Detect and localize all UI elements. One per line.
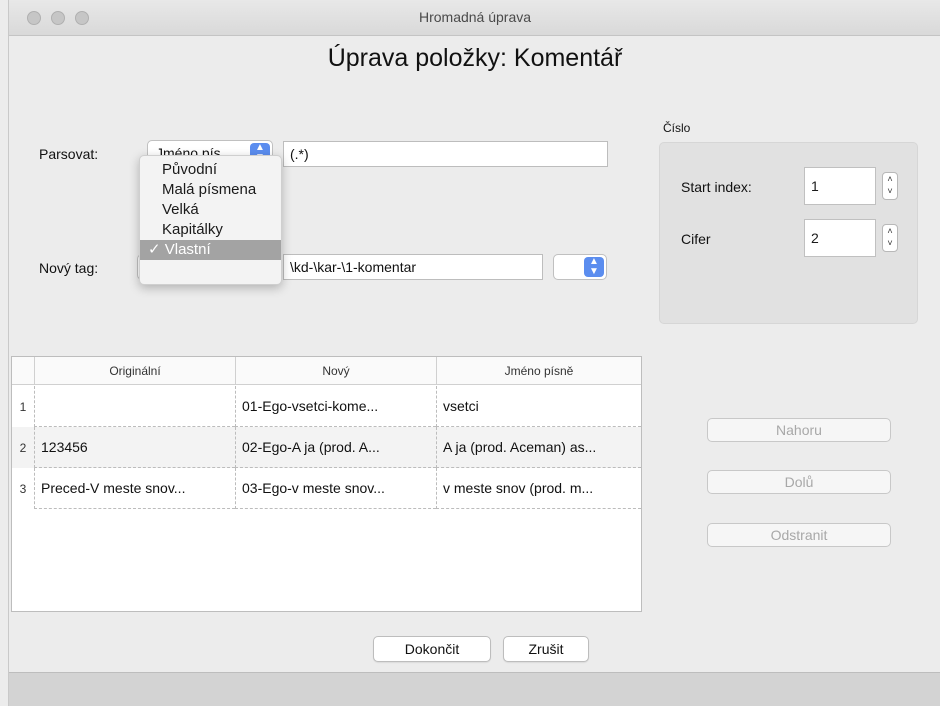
column-header-original[interactable]: Originální [34, 357, 235, 385]
parse-pattern-input[interactable]: (.*) [283, 141, 608, 167]
table-row[interactable]: 2 123456 02-Ego-A ja (prod. A... A ja (p… [12, 427, 641, 468]
new-tag-label: Nový tag: [39, 260, 99, 276]
digits-stepper[interactable]: ˄ ˅ [882, 224, 898, 252]
menu-item-custom-label: Vlastní [164, 241, 211, 258]
cell-song[interactable]: vsetci [436, 386, 641, 427]
move-down-button[interactable]: Dolů [707, 470, 891, 494]
status-bar [9, 672, 940, 706]
title-bar: Hromadná úprava [9, 0, 940, 36]
column-header-song[interactable]: Jméno písně [436, 357, 641, 385]
finish-button[interactable]: Dokončit [373, 636, 491, 662]
digits-input[interactable]: 2 [804, 219, 876, 257]
cell-original[interactable] [34, 386, 235, 427]
row-number: 2 [19, 441, 27, 455]
menu-item-smallcaps[interactable]: Kapitálky [140, 220, 281, 240]
new-tag-input[interactable]: \kd-\kar-\1-komentar [283, 254, 543, 280]
page-title: Úprava položky: Komentář [327, 44, 623, 72]
digits-label: Cifer [681, 231, 711, 247]
table-header: Originální Nový Jméno písně [12, 357, 641, 385]
tag-insert-popup[interactable]: ▲ ▼ [553, 254, 607, 280]
number-group: Start index: 1 ˄ ˅ Cifer 2 ˄ ˅ [659, 142, 918, 324]
window-title: Hromadná úprava [418, 9, 532, 25]
chevron-updown-icon: ▲▼ [584, 257, 604, 277]
menu-item-lowercase[interactable]: Malá písmena [140, 180, 281, 200]
column-header-new[interactable]: Nový [235, 357, 436, 385]
move-up-button[interactable]: Nahoru [707, 418, 891, 442]
checkmark-icon: ✓ [148, 241, 161, 258]
remove-button[interactable]: Odstranit [707, 523, 891, 547]
menu-item-custom[interactable]: ✓ Vlastní [140, 240, 281, 260]
cell-new[interactable]: 03-Ego-v meste snov... [235, 468, 436, 509]
case-menu: Původní Malá písmena Velká Kapitálky ✓ V… [139, 155, 282, 285]
parse-label: Parsovat: [39, 146, 99, 162]
menu-item-original[interactable]: Původní [140, 160, 281, 180]
table-row[interactable]: 3 Preced-V meste snov... 03-Ego-v meste … [12, 468, 641, 509]
window: Hromadná úprava Úprava položky: Komentář… [8, 0, 940, 706]
cell-new[interactable]: 01-Ego-vsetci-kome... [235, 386, 436, 427]
cell-original[interactable]: Preced-V meste snov... [34, 468, 235, 509]
cell-song[interactable]: A ja (prod. Aceman) as... [436, 427, 641, 468]
row-number: 1 [19, 400, 27, 414]
number-group-label: Číslo [663, 121, 691, 135]
cell-original[interactable]: 123456 [34, 427, 235, 468]
cell-new[interactable]: 02-Ego-A ja (prod. A... [235, 427, 436, 468]
menu-item-uppercase[interactable]: Velká [140, 200, 281, 220]
cell-song[interactable]: v meste snov (prod. m... [436, 468, 641, 509]
start-index-stepper[interactable]: ˄ ˅ [882, 172, 898, 200]
preview-table[interactable]: Originální Nový Jméno písně 1 01-Ego-vse… [11, 356, 642, 612]
start-index-input[interactable]: 1 [804, 167, 876, 205]
row-number: 3 [19, 482, 27, 496]
cancel-button[interactable]: Zrušit [503, 636, 589, 662]
table-row[interactable]: 1 01-Ego-vsetci-kome... vsetci [12, 386, 641, 427]
start-index-label: Start index: [681, 179, 752, 195]
